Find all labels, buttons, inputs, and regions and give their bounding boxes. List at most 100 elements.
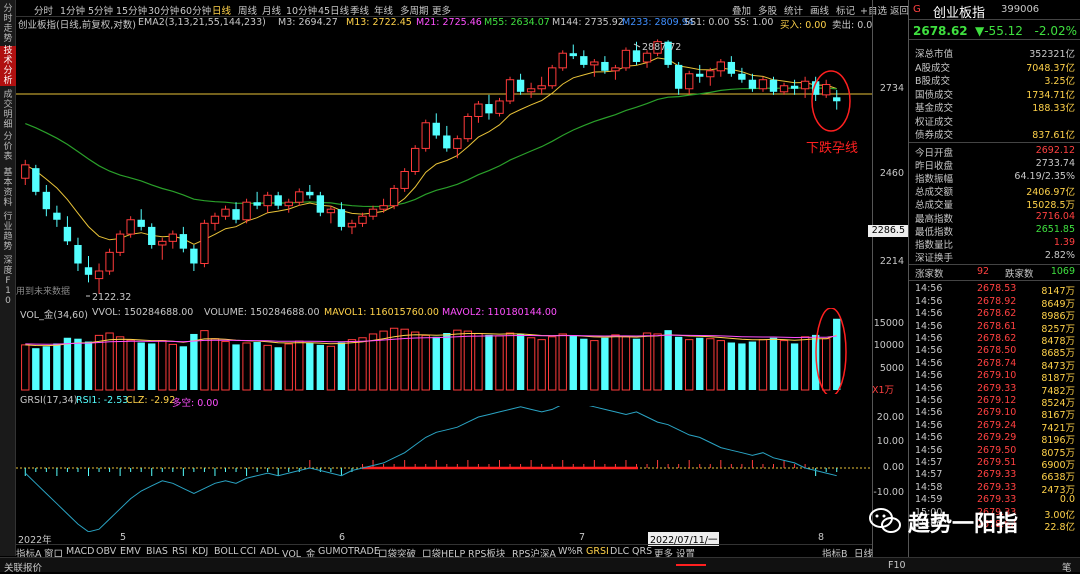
volume-bar (558, 333, 567, 391)
stat-row: B股成交 3.25亿 (909, 73, 1080, 87)
candle-body (316, 195, 325, 213)
btab-gumotrade[interactable]: GUMOTRADE (318, 546, 380, 557)
legend-ss1: SS1: 0.00 (684, 17, 730, 28)
period-60min[interactable]: 60分钟 (180, 3, 211, 17)
status-f10[interactable]: F10 (888, 560, 906, 571)
quote-badge: G (913, 4, 921, 15)
stat-value: 3.25亿 (1044, 76, 1075, 87)
btab-dlc[interactable]: DLC (610, 546, 629, 557)
toolbar-multistock[interactable]: 多股 (758, 3, 777, 17)
btab-grsi[interactable]: GRSI (586, 546, 609, 557)
price-axis: 2734 2460 2214 15000 10000 5000 20.00 10… (872, 0, 908, 556)
period-quarter[interactable]: 季线 (350, 3, 369, 17)
candle-body (274, 195, 282, 206)
btab-kdj[interactable]: KDJ (192, 546, 208, 557)
candle-body (337, 209, 346, 227)
candle-body (21, 164, 30, 179)
volume-bar (232, 344, 240, 390)
toolbar-stats[interactable]: 统计 (784, 3, 803, 17)
grsi-chart[interactable] (16, 406, 872, 532)
tick-price: 2679.10 (977, 370, 1017, 382)
quote-price: 2678.62 (913, 24, 968, 38)
btab-qrs[interactable]: QRS (632, 546, 652, 557)
vtab-fenshi[interactable]: 分时走势 (0, 4, 16, 44)
volume-bar (685, 339, 694, 391)
volume-bar (495, 335, 504, 391)
volume-bar (21, 344, 30, 391)
stat-key: 指数量比 (915, 239, 954, 251)
btab-macd[interactable]: MACD (66, 546, 94, 557)
tick-row: 14:56 2678.53 8147万 (909, 283, 1080, 297)
tick-time: 14:56 (915, 283, 943, 295)
tick-time: 14:56 (915, 444, 943, 456)
stat-row: 权证成交 (909, 114, 1080, 128)
btab-wr[interactable]: W%R (558, 546, 583, 557)
btab-obv[interactable]: OBV (96, 546, 116, 557)
tick-row: 14:56 2679.29 8196万 (909, 432, 1080, 446)
candle-body (421, 122, 430, 149)
candle-body (115, 233, 125, 253)
vtab-fenjia[interactable]: 分价表 (0, 132, 16, 164)
period-30min[interactable]: 30分钟 (148, 3, 179, 17)
volume-bar (284, 343, 293, 391)
vtab-jiben[interactable]: 基本资料 (0, 168, 16, 208)
toolbar-mark[interactable]: 标记 (836, 3, 855, 17)
left-vertical-tabs: 分时走势 技术分析 成交明细 分价表 基本资料 行业趋势 深度F10 (0, 0, 16, 556)
stat-key: 总成交额 (915, 187, 954, 199)
period-weekly[interactable]: 周线 (238, 3, 257, 17)
period-fenshi[interactable]: 分时 (34, 3, 53, 17)
volume-bar (326, 345, 336, 391)
stat-row: 指数量比 1.39 (909, 237, 1080, 251)
candle-body (505, 79, 515, 102)
btab-emv[interactable]: EMV (120, 546, 141, 557)
vtab-hangye[interactable]: 行业趋势 (0, 212, 16, 252)
candle-body (779, 85, 789, 93)
period-multi[interactable]: 多周期 (400, 3, 429, 17)
stat-value: 2406.97亿 (1026, 187, 1075, 199)
period-more[interactable]: 更多 (432, 3, 451, 17)
btab-rsi[interactable]: RSI (172, 546, 187, 557)
vtab-jishu[interactable]: 技术分析 (0, 46, 16, 86)
up-label: 涨家数 (915, 269, 944, 281)
volume-bar (474, 332, 483, 391)
stat-key: B股成交 (915, 76, 951, 87)
legend-sell: 卖出: 0.00 (832, 20, 872, 30)
period-10min[interactable]: 10分钟 (286, 3, 317, 17)
stat-value: 2716.04 (1035, 210, 1075, 222)
btab-adl[interactable]: ADL (260, 546, 279, 557)
stat-row: 深总市值 352321亿 (909, 46, 1080, 60)
period-45day[interactable]: 45日线 (318, 3, 349, 17)
btab-boll[interactable]: BOLL (214, 546, 238, 557)
candle-body (284, 201, 293, 207)
btab-cci[interactable]: CCI (240, 546, 256, 557)
toolbar-draw[interactable]: 画线 (810, 3, 829, 17)
candlestick-chart[interactable]: 2887.72 2122.32 用到未来数据 下跌孕线 (16, 30, 872, 302)
tick-time: 14:56 (915, 345, 943, 357)
volume-bar (621, 336, 631, 391)
vtab-f10[interactable]: 深度F10 (0, 256, 16, 306)
period-yearly[interactable]: 年线 (374, 3, 393, 17)
period-daily[interactable]: 日线 (212, 3, 231, 17)
candle-body (706, 70, 715, 78)
period-monthly[interactable]: 月线 (262, 3, 281, 17)
stat-value: 837.61亿 (1032, 130, 1075, 141)
candle-body (326, 208, 336, 214)
down-label: 跌家数 (1005, 269, 1034, 281)
candle-body (358, 215, 367, 224)
candle-body (242, 201, 251, 221)
tick-price: 2679.50 (977, 444, 1017, 456)
candle-body (800, 80, 810, 90)
period-1min[interactable]: 1分钟 (60, 3, 85, 17)
stat-row: 债券成交 837.61亿 (909, 127, 1080, 141)
period-15min[interactable]: 15分钟 (116, 3, 147, 17)
down-count: 1069 (1050, 266, 1075, 278)
period-5min[interactable]: 5分钟 (88, 3, 113, 17)
status-red-mark (676, 564, 706, 566)
btab-bias[interactable]: BIAS (146, 546, 168, 557)
vtab-chengjiao[interactable]: 成交明细 (0, 90, 16, 130)
tick-time: 14:56 (915, 407, 943, 419)
ma-line-green (25, 87, 837, 208)
volume-chart[interactable] (16, 308, 872, 394)
volume-bar (53, 343, 61, 390)
toolbar-overlay[interactable]: 叠加 (732, 3, 751, 17)
